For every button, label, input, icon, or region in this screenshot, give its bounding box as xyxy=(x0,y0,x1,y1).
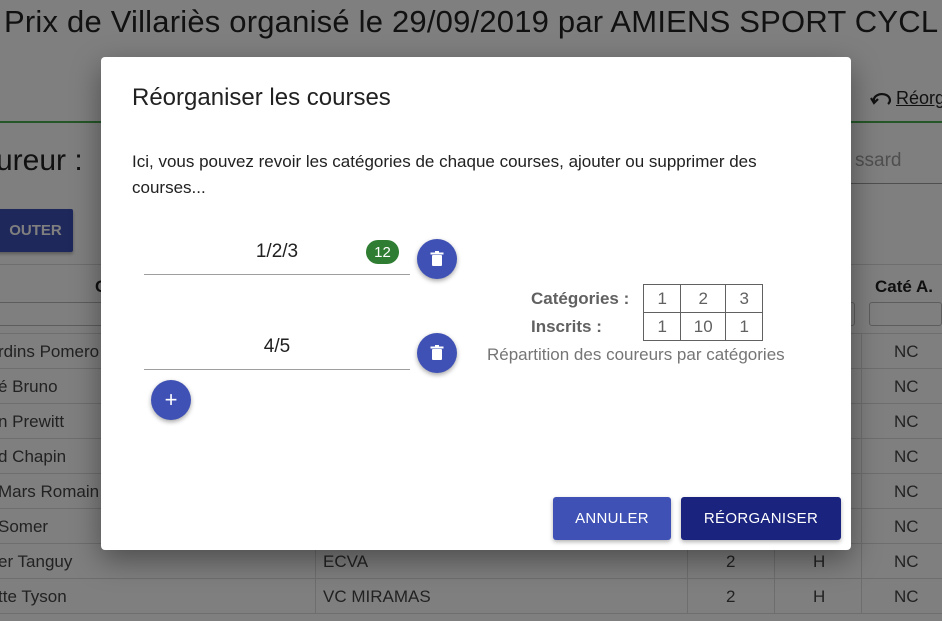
stats-caption: Répartition des coureurs par catégories xyxy=(487,345,785,364)
inscrits-label: Inscrits : xyxy=(531,316,602,336)
inscrits-row: Inscrits : 1 10 1 xyxy=(487,312,764,341)
reorganiser-dialog: Réorganiser les courses Ici, vous pouvez… xyxy=(101,57,851,550)
inscrits-cell: 1 xyxy=(643,312,682,341)
trash-icon xyxy=(430,345,444,360)
category-cell: 2 xyxy=(680,284,727,313)
category-cell: 1 xyxy=(643,284,682,313)
reorganiser-button[interactable]: RÉORGANISER xyxy=(681,497,841,540)
cancel-button[interactable]: ANNULER xyxy=(553,497,671,540)
course-field-2[interactable]: 4/5 xyxy=(144,324,410,370)
course-1-count-badge: 12 xyxy=(366,240,399,264)
trash-icon xyxy=(430,251,444,266)
inscrits-cell: 10 xyxy=(680,312,727,341)
delete-course-1-button[interactable] xyxy=(417,239,457,279)
category-stats: Catégories : 1 2 3 Inscrits : 1 10 1 Rép… xyxy=(487,284,785,365)
delete-course-2-button[interactable] xyxy=(417,333,457,373)
categories-label: Catégories : xyxy=(531,288,630,308)
category-cell: 3 xyxy=(725,284,764,313)
plus-icon: + xyxy=(164,387,178,412)
course-2-value[interactable]: 4/5 xyxy=(144,336,410,358)
add-course-button[interactable]: + xyxy=(151,380,191,420)
dialog-title: Réorganiser les courses xyxy=(132,84,391,111)
categories-row: Catégories : 1 2 3 xyxy=(487,284,764,313)
category-stats-table: Catégories : 1 2 3 Inscrits : 1 10 1 xyxy=(487,284,764,341)
dialog-description: Ici, vous pouvez revoir les catégories d… xyxy=(132,152,757,197)
inscrits-cell: 1 xyxy=(725,312,764,341)
